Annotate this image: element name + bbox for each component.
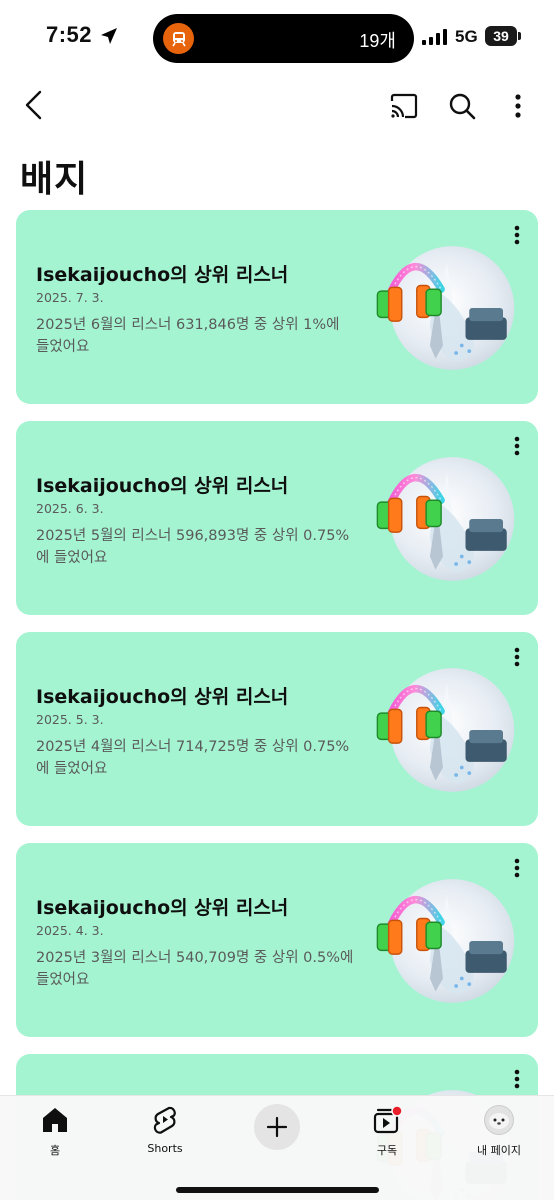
search-icon: [449, 93, 476, 120]
badge-card[interactable]: Isekaijoucho의 상위 리스너 2025. 5. 3. 2025년 4…: [16, 632, 538, 826]
nav-home[interactable]: 홈: [10, 1104, 100, 1164]
cast-button[interactable]: [384, 86, 424, 126]
nav-home-label: 홈: [49, 1144, 61, 1157]
badge-description: 2025년 4월의 리스너 714,725명 중 상위 0.75%에 들었어요: [36, 739, 350, 777]
more-vertical-icon: [515, 94, 521, 118]
island-count: 19개: [359, 31, 396, 51]
badge-date: 2025. 4. 3.: [36, 923, 104, 938]
shorts-icon: [153, 1106, 176, 1134]
badge-description: 2025년 6월의 리스너 631,846명 중 상위 1%에 들었어요: [36, 317, 340, 355]
badge-headphones-image: [368, 662, 518, 798]
badge-description: 2025년 5월의 리스너 596,893명 중 상위 0.75%에 들었어요: [36, 528, 350, 566]
badge-card[interactable]: Isekaijoucho의 상위 리스너 2025. 7. 3. 2025년 6…: [16, 210, 538, 404]
status-time: 7:52: [46, 22, 93, 47]
badge-title: Isekaijoucho의 상위 리스너: [36, 264, 289, 286]
cast-icon: [390, 93, 418, 119]
dynamic-island[interactable]: 19개: [153, 14, 414, 63]
badge-title: Isekaijoucho의 상위 리스너: [36, 686, 289, 708]
nav-subscriptions-label: 구독: [376, 1144, 398, 1157]
badge-date: 2025. 5. 3.: [36, 712, 104, 727]
create-button[interactable]: [254, 1104, 300, 1150]
nav-subscriptions[interactable]: 구독: [342, 1104, 432, 1164]
train-icon: [163, 23, 194, 54]
location-arrow-icon: [101, 28, 117, 44]
battery-icon: 39: [485, 26, 521, 46]
subscriptions-icon: [373, 1105, 402, 1134]
back-arrow-icon: [25, 90, 42, 120]
notification-dot-icon: [391, 1105, 402, 1117]
more-options-button[interactable]: [498, 86, 538, 126]
badge-title: Isekaijoucho의 상위 리스너: [36, 897, 289, 919]
badge-headphones-image: [368, 240, 518, 376]
plus-icon: [266, 1116, 288, 1138]
nav-shorts-label: Shorts: [147, 1142, 183, 1155]
page-title: 배지: [20, 159, 89, 200]
badge-headphones-image: [368, 873, 518, 1009]
badge-headphones-image: [368, 451, 518, 587]
nav-shorts[interactable]: Shorts: [120, 1104, 210, 1164]
badge-card[interactable]: Isekaijoucho의 상위 리스너 2025. 6. 3. 2025년 5…: [16, 421, 538, 615]
search-button[interactable]: [442, 86, 482, 126]
badge-title: Isekaijoucho의 상위 리스너: [36, 475, 289, 497]
badge-description: 2025년 3월의 리스너 540,709명 중 상위 0.5%에 들었어요: [36, 950, 354, 988]
badge-date: 2025. 7. 3.: [36, 290, 104, 305]
signal-icon: [422, 29, 447, 45]
badge-card[interactable]: Isekaijoucho의 상위 리스너 2025. 4. 3. 2025년 3…: [16, 843, 538, 1037]
badge-date: 2025. 6. 3.: [36, 501, 104, 516]
home-icon: [43, 1108, 67, 1132]
battery-level: 39: [485, 26, 517, 46]
avatar-face-icon: [489, 1113, 509, 1129]
nav-my-page-label: 내 페이지: [477, 1144, 521, 1157]
back-button[interactable]: [14, 84, 54, 126]
home-indicator: [176, 1187, 379, 1193]
network-type: 5G: [455, 27, 478, 46]
avatar: [484, 1105, 514, 1135]
status-bar: 7:52 19개 5G 39: [0, 0, 554, 76]
bottom-navigation: 홈 Shorts 구독 내 페이지: [0, 1095, 554, 1200]
nav-my-page[interactable]: 내 페이지: [454, 1104, 544, 1164]
